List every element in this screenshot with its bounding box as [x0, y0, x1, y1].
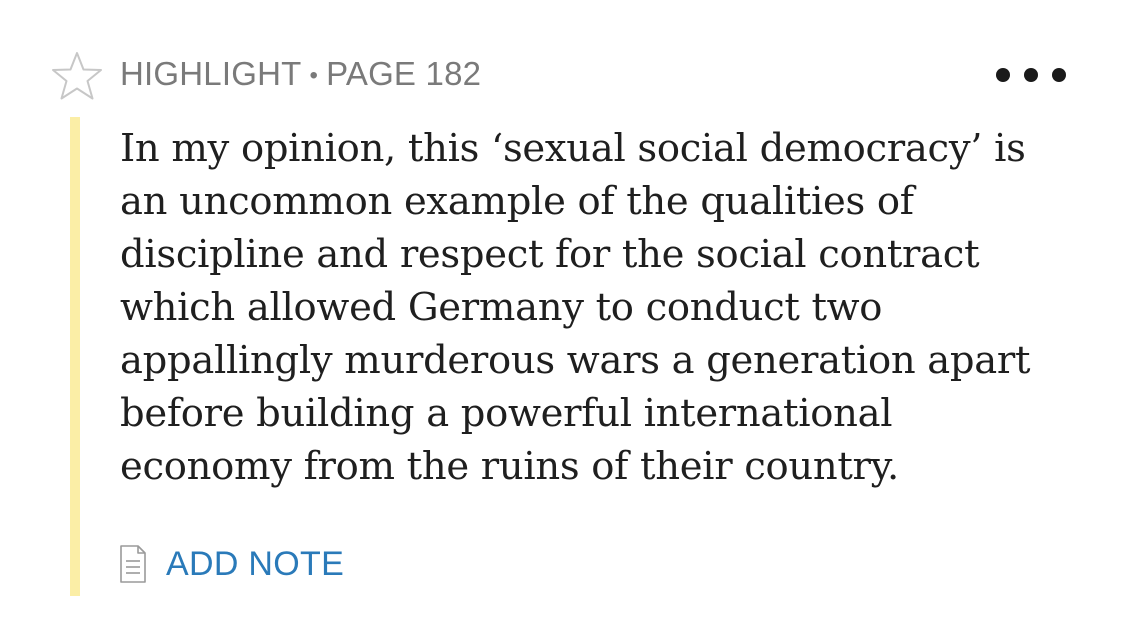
- highlight-line: economy from the ruins of their country.: [120, 444, 899, 489]
- highlight-line: discipline and respect for the social co…: [120, 232, 980, 277]
- add-note-label: ADD NOTE: [166, 544, 345, 583]
- add-note-button[interactable]: ADD NOTE: [118, 540, 344, 588]
- more-dot: [1052, 68, 1066, 82]
- highlight-type-label: HIGHLIGHT: [120, 55, 302, 92]
- note-icon: [120, 545, 146, 583]
- highlight-line: before building a powerful international: [120, 391, 893, 436]
- highlight-line: In my opinion, this ‘sexual social democ…: [120, 126, 1026, 171]
- highlight-line: an uncommon example of the qualities of: [120, 179, 914, 224]
- highlight-text[interactable]: In my opinion, this ‘sexual social democ…: [120, 122, 1100, 493]
- page-label: PAGE 182: [326, 55, 482, 92]
- more-dot: [996, 68, 1010, 82]
- highlight-color-bar: [70, 117, 80, 596]
- highlight-line: appallingly murderous wars a generation …: [120, 338, 1031, 383]
- header-separator: •: [309, 62, 319, 89]
- highlight-header: HIGHLIGHT • PAGE 182: [120, 52, 481, 96]
- more-dot: [1024, 68, 1038, 82]
- highlight-line: which allowed Germany to conduct two: [120, 285, 883, 330]
- favorite-star-icon[interactable]: [50, 50, 104, 102]
- more-options-icon[interactable]: [994, 60, 1068, 90]
